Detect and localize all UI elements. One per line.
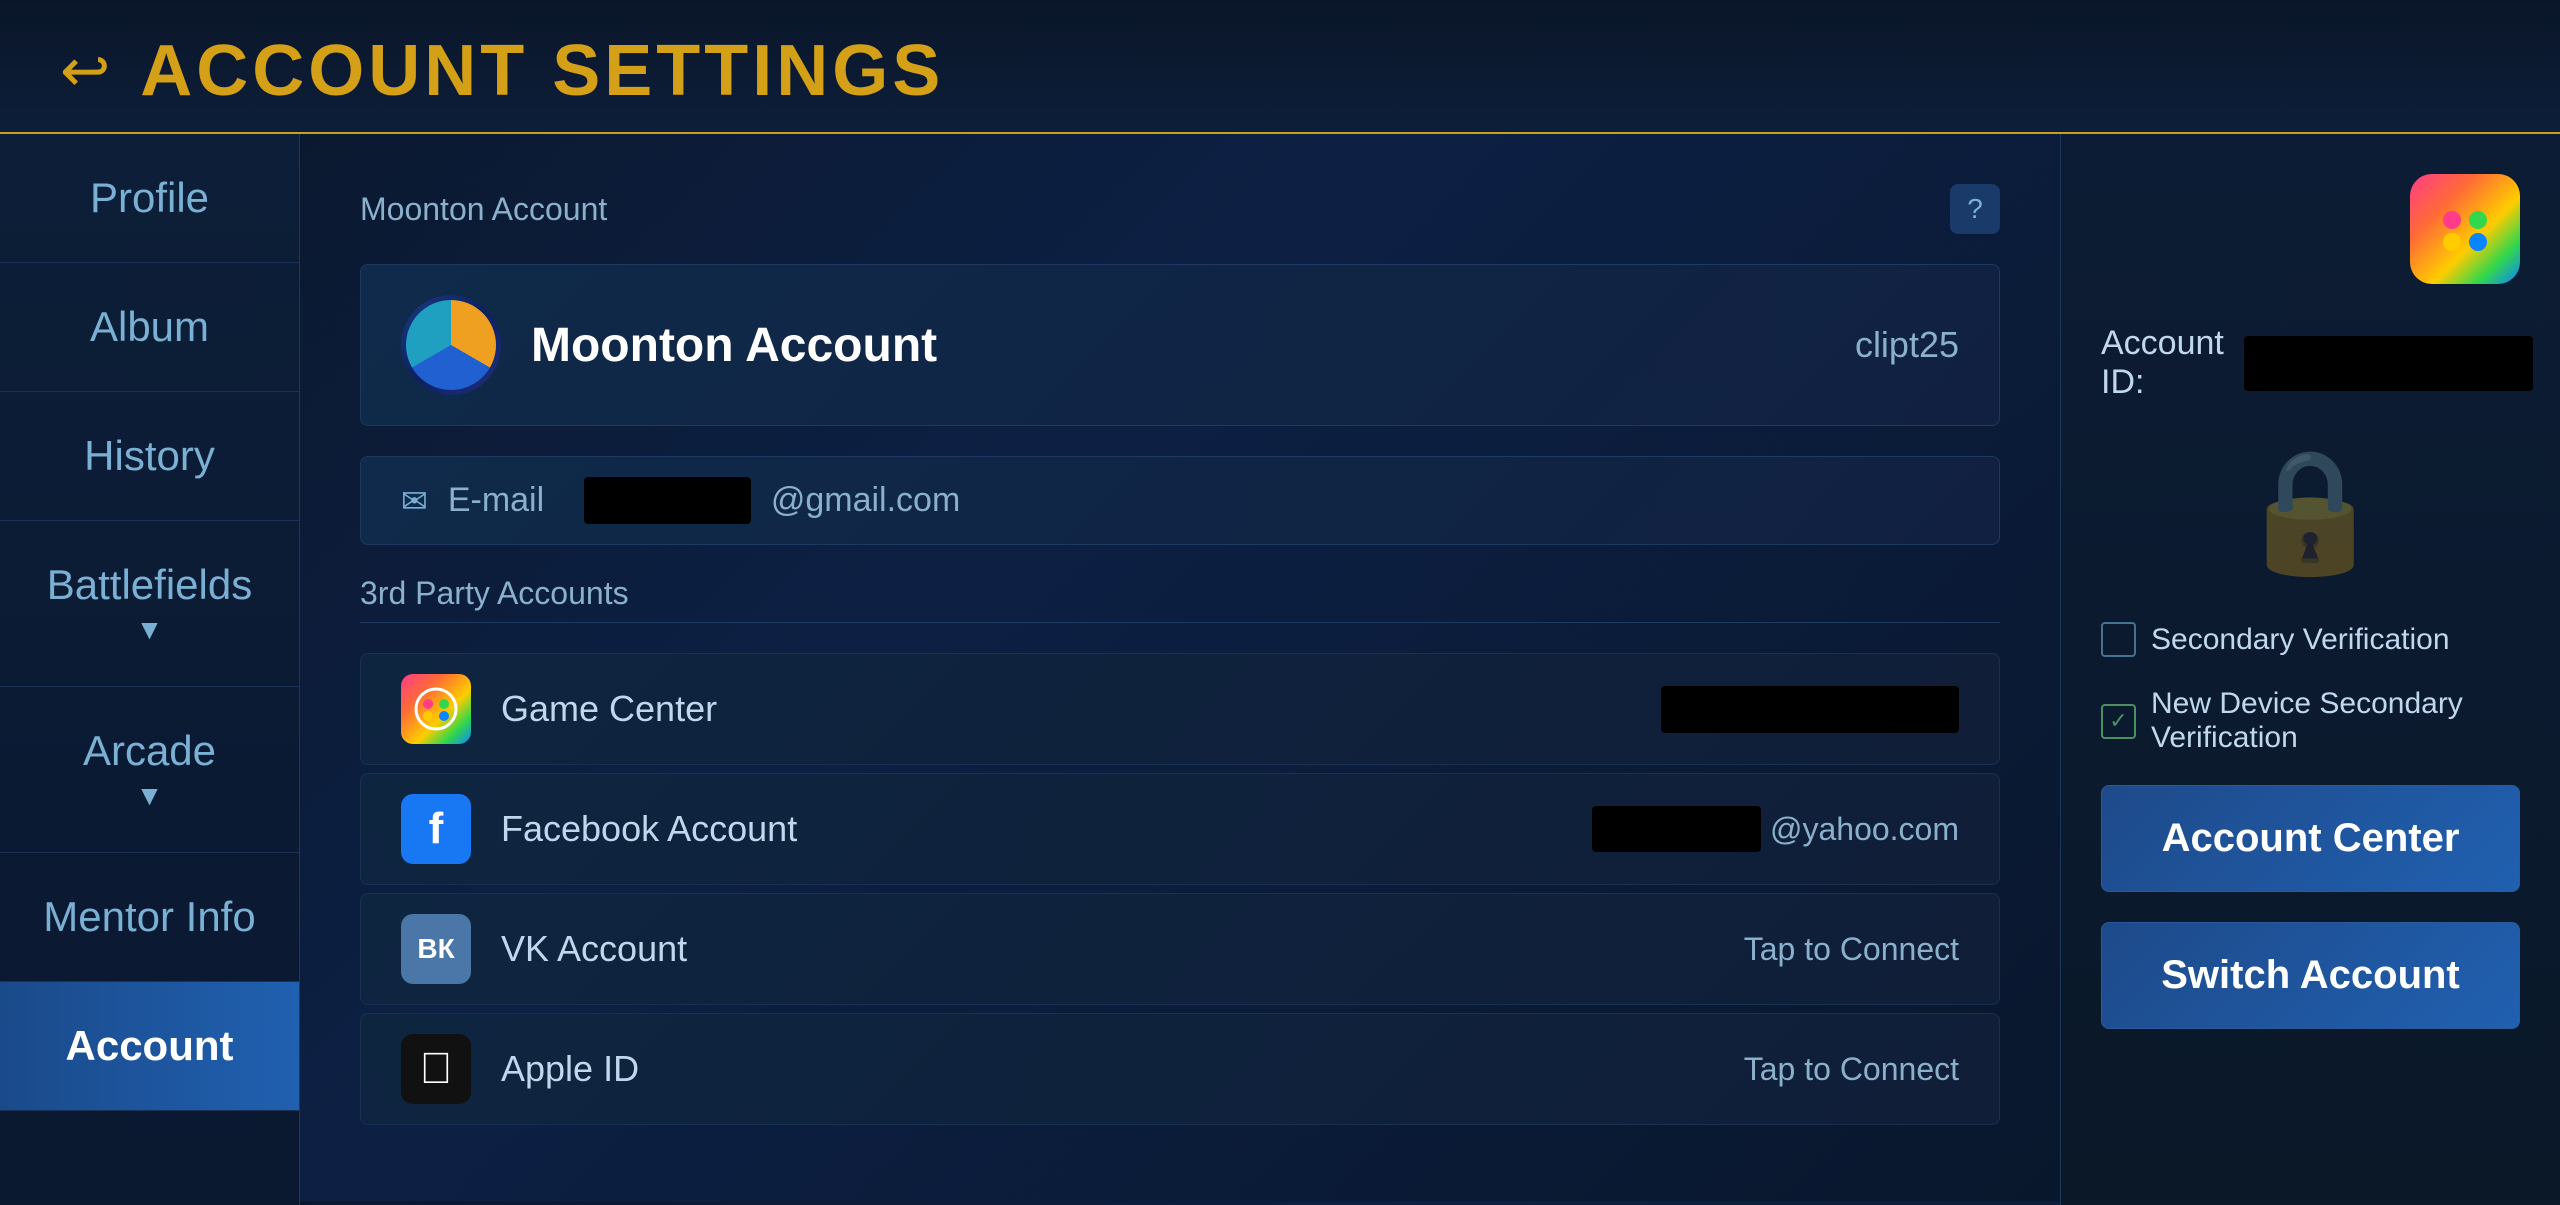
facebook-status: @yahoo.com: [1592, 811, 1959, 848]
secondary-verification-checkbox[interactable]: [2101, 622, 2136, 657]
sidebar-label-album: Album: [90, 303, 209, 350]
new-device-verification-row: ✓ New Device Secondary Verification: [2101, 687, 2520, 755]
vk-status: Tap to Connect: [1744, 931, 1959, 968]
content-area: Moonton Account ? Moonton Account clipt2…: [300, 134, 2060, 1205]
provider-row-vk[interactable]: ВК VK Account Tap to Connect: [360, 893, 2000, 1005]
sidebar-item-history[interactable]: History: [0, 392, 299, 521]
apple-status: Tap to Connect: [1744, 1051, 1959, 1088]
apple-icon: : [401, 1034, 471, 1104]
right-panel: Account ID: 🔒 Secondary Verification ✓ N…: [2060, 134, 2560, 1205]
game-center-status: [1661, 686, 1959, 733]
sidebar-label-battlefields: Battlefields: [47, 561, 252, 609]
account-username: clipt25: [1855, 324, 1959, 366]
sidebar-label-mentor-info: Mentor Info: [43, 893, 255, 940]
vk-icon: ВК: [401, 914, 471, 984]
provider-row-facebook[interactable]: f Facebook Account @yahoo.com: [360, 773, 2000, 885]
header: ↩ ACCOUNT SETTINGS: [0, 0, 2560, 134]
sidebar-item-profile[interactable]: Profile: [0, 134, 299, 263]
game-center-icon-svg: [2430, 194, 2500, 264]
chevron-down-icon: ▼: [136, 614, 164, 646]
game-center-large-icon: [2410, 174, 2520, 284]
email-row: ✉ E-mail @gmail.com: [360, 456, 2000, 545]
section-moonton: Moonton Account ?: [360, 184, 2000, 234]
switch-account-button[interactable]: Switch Account: [2101, 922, 2520, 1029]
game-center-name: Game Center: [501, 688, 1631, 730]
account-id-row: Account ID:: [2101, 324, 2533, 402]
sidebar-item-account[interactable]: Account: [0, 982, 299, 1111]
facebook-icon: f: [401, 794, 471, 864]
moonton-logo: [401, 295, 501, 395]
provider-list: Game Center f Facebook Account @yahoo.co…: [360, 653, 2000, 1125]
vk-name: VK Account: [501, 928, 1714, 970]
moonton-logo-inner: [406, 300, 496, 390]
switch-account-label: Switch Account: [2161, 953, 2460, 997]
game-center-logo-svg: [413, 686, 459, 732]
account-name: Moonton Account: [531, 318, 1825, 373]
back-arrow-icon: ↩: [60, 37, 110, 104]
sidebar-label-arcade: Arcade: [83, 727, 216, 775]
secondary-verification-row: Secondary Verification: [2101, 622, 2450, 657]
help-icon[interactable]: ?: [1950, 184, 2000, 234]
secondary-verification-label: Secondary Verification: [2151, 623, 2450, 657]
apple-name: Apple ID: [501, 1048, 1714, 1090]
sidebar-item-arcade[interactable]: Arcade ▼: [0, 687, 299, 853]
email-domain: @gmail.com: [771, 481, 960, 520]
sidebar: Profile Album History Battlefields ▼ Arc…: [0, 134, 300, 1205]
lock-icon: 🔒: [2236, 442, 2385, 582]
sidebar-label-account: Account: [66, 1022, 234, 1069]
account-center-label: Account Center: [2162, 816, 2460, 860]
game-center-icon: [401, 674, 471, 744]
email-redacted: [584, 477, 751, 524]
page-title: ACCOUNT SETTINGS: [140, 30, 944, 112]
provider-row-game-center[interactable]: Game Center: [360, 653, 2000, 765]
sidebar-item-battlefields[interactable]: Battlefields ▼: [0, 521, 299, 687]
account-id-value: [2244, 336, 2533, 391]
new-device-verification-label: New Device Secondary Verification: [2151, 687, 2520, 755]
email-icon: ✉: [401, 482, 428, 520]
account-id-label: Account ID:: [2101, 324, 2224, 402]
provider-row-apple[interactable]:  Apple ID Tap to Connect: [360, 1013, 2000, 1125]
facebook-name: Facebook Account: [501, 808, 1562, 850]
email-label: E-mail: [448, 481, 544, 520]
sidebar-item-mentor-info[interactable]: Mentor Info: [0, 853, 299, 982]
account-center-button[interactable]: Account Center: [2101, 785, 2520, 892]
moonton-account-card: Moonton Account clipt25: [360, 264, 2000, 426]
back-button[interactable]: ↩: [60, 41, 110, 101]
sidebar-item-album[interactable]: Album: [0, 263, 299, 392]
sidebar-label-history: History: [84, 432, 215, 479]
main-layout: Profile Album History Battlefields ▼ Arc…: [0, 134, 2560, 1205]
chevron-down-icon: ▼: [136, 780, 164, 812]
sidebar-label-profile: Profile: [90, 174, 209, 221]
lock-graphic-area: 🔒: [2101, 442, 2520, 582]
new-device-verification-checkbox[interactable]: ✓: [2101, 704, 2136, 739]
third-party-label: 3rd Party Accounts: [360, 575, 2000, 623]
moonton-section-label: Moonton Account: [360, 191, 607, 228]
